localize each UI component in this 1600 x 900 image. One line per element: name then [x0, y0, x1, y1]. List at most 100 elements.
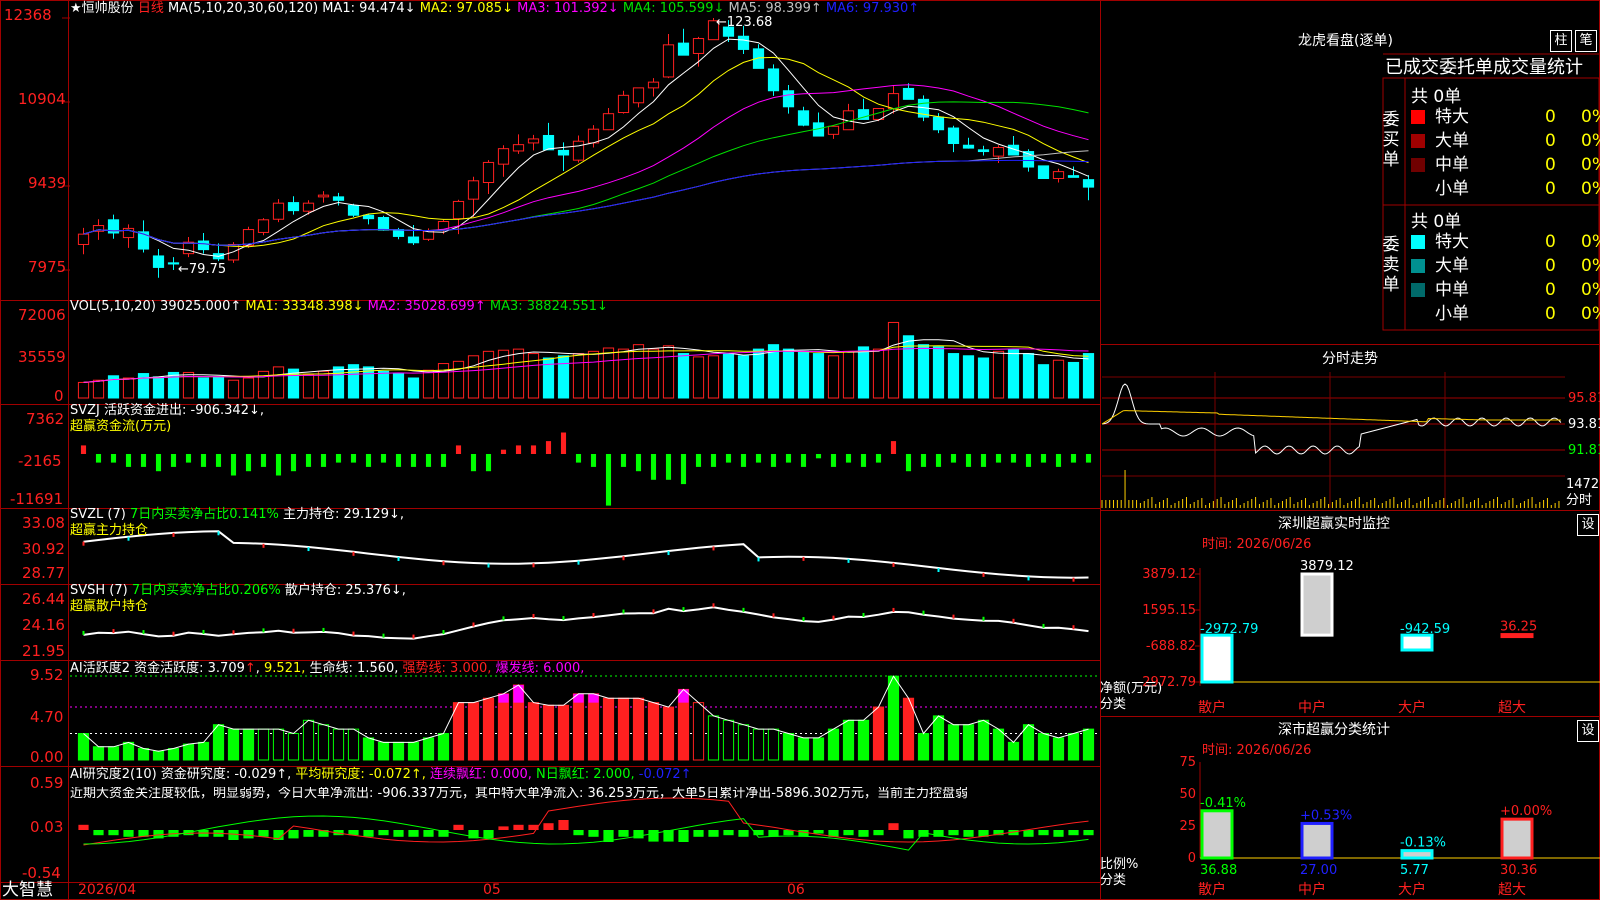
ma5-line — [83, 150, 1089, 246]
volume-bar — [422, 369, 435, 399]
candle-body — [152, 255, 165, 268]
szcls-settings-button[interactable]: 设 — [1577, 720, 1599, 742]
order-row: 中单 0 0% — [1411, 154, 1600, 176]
flow-bar — [935, 454, 942, 467]
szmon-xlabel: 分类 — [1100, 697, 1127, 712]
research-bar — [903, 830, 914, 839]
high-price-label: ←123.68 — [716, 15, 773, 30]
mon-bar — [1400, 633, 1434, 652]
svsh-panel — [82, 603, 1089, 640]
flow-bar — [440, 454, 447, 467]
volume-bar — [1037, 364, 1050, 399]
svsh-tick — [772, 613, 775, 618]
intraday-vol-tick: 1472 — [1566, 477, 1600, 492]
mon-category: 中户 — [1298, 699, 1326, 716]
svsh-tick — [412, 634, 415, 639]
activity-bar — [887, 675, 900, 761]
buy-orders-table: 委 买 单共 0单特大 0 0% 大单 0 0% 中单 0 0% 小单 0 0% — [1383, 80, 1600, 204]
svsh-tick: 21.95 — [22, 642, 65, 660]
svzl-tick — [442, 561, 445, 566]
activity-bar — [212, 724, 225, 761]
bar-view-button[interactable]: 柱 — [1550, 30, 1572, 52]
research-bar — [1053, 830, 1064, 837]
tab-orders[interactable]: 委托单 — [1439, 57, 1493, 78]
month-may: 05 — [483, 882, 501, 898]
volume-bar — [677, 353, 690, 399]
candle-body — [737, 35, 750, 50]
volume-bar — [587, 350, 600, 399]
szmon-title: 深圳超赢实时监控 — [1278, 516, 1390, 532]
volume-bar — [1082, 353, 1095, 399]
flow-bar — [620, 454, 627, 467]
order-color-swatch — [1411, 235, 1425, 249]
tab-executed[interactable]: 已成交 — [1385, 57, 1439, 78]
flow-bar — [830, 454, 837, 467]
flow-bar — [200, 454, 207, 467]
research-tick: 0.59 — [30, 774, 64, 792]
flow-bar — [425, 454, 432, 467]
svsh-tick — [1012, 618, 1015, 623]
flow-bar — [455, 445, 462, 454]
activity-bar — [1022, 724, 1035, 761]
research-bar — [1083, 830, 1094, 836]
tick-view-button[interactable]: 笔 — [1575, 30, 1597, 52]
order-total: 共 0单 — [1411, 212, 1462, 232]
order-side-label: 委 买 单 — [1382, 110, 1400, 170]
szmon-settings-button[interactable]: 设 — [1577, 514, 1599, 536]
flow-bar — [755, 454, 762, 463]
svzl-tick — [622, 556, 625, 561]
order-row-pct: 0% — [1581, 155, 1600, 175]
order-color-swatch — [1411, 182, 1425, 196]
volume-bar — [662, 345, 675, 399]
svsh-tick — [322, 627, 325, 632]
activity-bar — [947, 724, 960, 761]
chart-canvas: 3879.121595.15-688.82-2972.79-2972.79散户3… — [0, 0, 1600, 900]
research-bar — [723, 830, 734, 836]
volume-bar — [77, 381, 90, 399]
candle-body — [632, 87, 645, 104]
order-row-pct: 0% — [1581, 107, 1600, 127]
activity-bar — [467, 702, 480, 761]
activity-bar — [392, 741, 405, 761]
research-panel — [78, 797, 1094, 851]
research-bar — [738, 830, 749, 837]
flow-bar — [560, 432, 567, 454]
order-row: 小单 0 0% — [1411, 303, 1600, 325]
research-bar — [618, 830, 629, 837]
order-row-count: 0 — [1545, 155, 1556, 175]
volume-bar — [602, 347, 615, 399]
activity-bar — [557, 704, 570, 761]
period-label[interactable]: 日线 — [138, 1, 164, 16]
ma1-line — [83, 38, 1089, 257]
activity-bar — [107, 746, 120, 761]
mon-bar-value: 3879.12 — [1300, 559, 1354, 574]
volume-header: VOL(5,10,20) 39025.000↑ MA1: 33348.398↓ … — [70, 299, 608, 314]
tab-volume-stats[interactable]: 成交量统计 — [1493, 57, 1583, 78]
svzl-tick: 30.92 — [22, 540, 65, 558]
price-panel — [77, 18, 1095, 278]
candle-body — [827, 125, 840, 135]
svsh-tick — [862, 612, 865, 617]
cls-bar-value: 30.36 — [1500, 863, 1537, 878]
research-bar — [948, 830, 959, 836]
svsh-tick — [892, 607, 895, 612]
activity-bar — [872, 706, 885, 761]
szcls-ylabel: 比例% — [1100, 857, 1139, 872]
volume-bar — [1052, 359, 1065, 399]
svsh-tick — [592, 613, 595, 618]
research-bar — [363, 830, 374, 837]
flow-bar — [515, 445, 522, 454]
lhb-tabs: 已成交委托单成交量统计 — [1385, 58, 1583, 78]
research-bar — [783, 830, 794, 836]
cls-category: 散户 — [1198, 881, 1226, 898]
activity-bar — [977, 719, 990, 761]
flow-bar — [350, 454, 357, 463]
flow-bar — [950, 454, 957, 463]
star-icon[interactable]: ★ — [70, 1, 82, 16]
cls-tick-label: 50 — [1179, 787, 1196, 802]
research-tick: -0.54 — [22, 864, 61, 882]
svsh-tick — [352, 631, 355, 636]
activity-bar — [482, 697, 495, 761]
flow-bar — [845, 454, 852, 463]
research-bar — [813, 830, 824, 834]
